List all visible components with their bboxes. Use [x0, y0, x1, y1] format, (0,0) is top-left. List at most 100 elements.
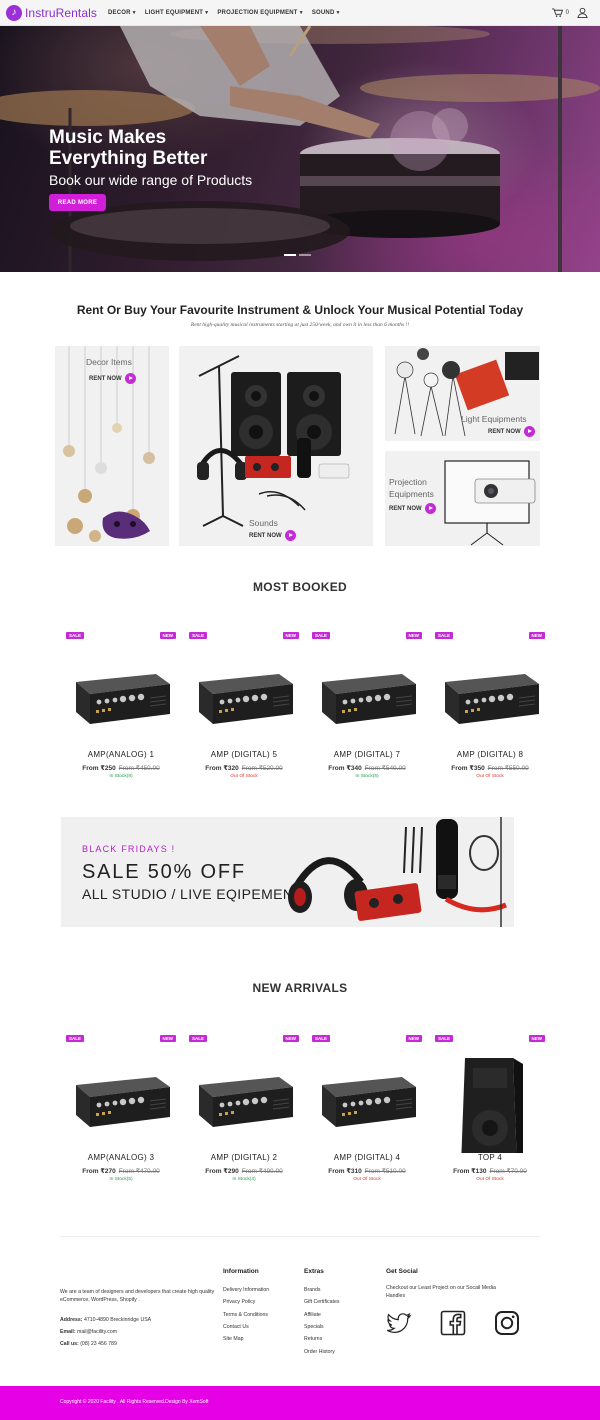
product-card[interactable]: SALE NEW AMP (DIGITAL) 4 From ₹310 From ₹510…: [312, 1035, 422, 1195]
product-price: From ₹350 From ₹550.00: [435, 764, 545, 772]
product-name[interactable]: AMP (DIGITAL) 7: [312, 750, 422, 759]
product-card[interactable]: SALE NEW TOP 4 From ₹130 From ₹70.00 Out Of S…: [435, 1035, 545, 1195]
twitter-icon[interactable]: [386, 1310, 412, 1336]
menu-item-sound[interactable]: SOUND ▼: [312, 10, 341, 16]
facebook-icon[interactable]: [440, 1310, 466, 1336]
new-badge: NEW: [159, 1035, 176, 1042]
carousel-indicators: [284, 254, 311, 256]
hero-title: Music Makes Everything Better: [49, 127, 249, 169]
menu-item-light-equipment[interactable]: LIGHT EQUIPMENT ▼: [145, 10, 210, 16]
studio-equipment-image: [288, 817, 507, 927]
instagram-icon[interactable]: [494, 1310, 520, 1336]
category-tile-light[interactable]: Light Equipments RENT NOW: [385, 346, 540, 441]
old-price: From ₹540.00: [364, 765, 406, 772]
product-name[interactable]: AMP (DIGITAL) 4: [312, 1153, 422, 1162]
phone-value[interactable]: (08) 23 456 789: [80, 1341, 117, 1347]
product-name[interactable]: AMP(ANALOG) 1: [66, 750, 176, 759]
product-price: From ₹250 From ₹450.00: [66, 764, 176, 772]
menu-label: DECOR: [108, 9, 131, 16]
stock-status: Out Of Stock: [476, 774, 504, 779]
old-price: From ₹450.00: [118, 765, 160, 772]
product-name[interactable]: TOP 4: [435, 1153, 545, 1162]
call-label: Call us:: [60, 1341, 79, 1347]
caret-down-icon: ▼: [298, 9, 304, 16]
hero-text-block: Music Makes Everything Better Book our w…: [49, 127, 252, 211]
tile-label: Decor Items: [86, 357, 132, 367]
footer-link[interactable]: Privacy Policy: [223, 1299, 255, 1305]
menu-label: SOUND: [311, 9, 335, 16]
product-price: From ₹270 From ₹470.00: [66, 1167, 176, 1175]
stock-status: In Stock(5): [109, 1177, 133, 1182]
rent-now-link[interactable]: RENT NOW: [89, 373, 136, 384]
footer-link[interactable]: Affiliate: [304, 1312, 321, 1318]
carousel-dot[interactable]: [284, 254, 296, 256]
rent-now-label: RENT NOW: [488, 428, 521, 435]
caret-down-icon: ▼: [204, 9, 210, 16]
hero-title-line: Music Makes: [49, 127, 167, 148]
new-badge: NEW: [405, 1035, 422, 1042]
product-card[interactable]: SALE NEW AMP(ANALOG) 3 From ₹270 From ₹470.0…: [66, 1035, 176, 1195]
rent-now-link[interactable]: RENT NOW: [389, 503, 436, 514]
tile-label-line: Equipments: [389, 489, 434, 499]
product-name[interactable]: AMP (DIGITAL) 8: [435, 750, 545, 759]
black-friday-banner[interactable]: BLACK FRIDAYS ! SALE 50% OFF ALL STUDIO …: [61, 817, 514, 927]
hero-subtitle: Book our wide range of Products: [49, 172, 253, 188]
category-tile-decor[interactable]: Decor Items RENT NOW: [55, 346, 169, 546]
footer-link[interactable]: Contact Us: [223, 1324, 249, 1330]
play-icon: [124, 373, 136, 384]
footer-link[interactable]: Delivery Information: [223, 1287, 269, 1293]
top-navbar: ♪ InstruRentals DECOR ▼ LIGHT EQUIPMENT ▼ …: [0, 0, 600, 26]
product-card[interactable]: SALE NEW AMP (DIGITAL) 7 From ₹340 From ₹540…: [312, 632, 422, 792]
sale-badge: SALE: [435, 1035, 454, 1042]
most-booked-title: MOST BOOKED: [253, 580, 347, 594]
sale-badge: SALE: [66, 1035, 85, 1042]
footer-email: Email: mail@facility.com: [60, 1329, 117, 1335]
product-card[interactable]: SALE NEW AMP(ANALOG) 1 From ₹250 From ₹450.0…: [66, 632, 176, 792]
new-badge: NEW: [282, 1035, 299, 1042]
footer-social-title: Get Social: [386, 1268, 418, 1275]
product-image: [322, 674, 416, 724]
stock-status: Out Of Stock: [476, 1177, 504, 1182]
footer-link[interactable]: Terms & Conditions: [223, 1312, 268, 1318]
footer-link[interactable]: Specials: [304, 1324, 324, 1330]
sale-badge: SALE: [435, 632, 454, 639]
product-name[interactable]: AMP(ANALOG) 3: [66, 1153, 176, 1162]
product-image: [461, 1058, 523, 1153]
rent-now-link[interactable]: RENT NOW: [249, 530, 296, 541]
footer-link[interactable]: Order History: [304, 1349, 335, 1355]
category-tile-sounds[interactable]: Sounds RENT NOW: [179, 346, 373, 546]
old-price: From ₹470.00: [118, 1168, 160, 1175]
product-card[interactable]: SALE NEW AMP (DIGITAL) 5 From ₹320 From ₹520…: [189, 632, 299, 792]
menu-item-decor[interactable]: DECOR ▼: [108, 10, 137, 16]
footer-link[interactable]: Gift Certificates: [304, 1299, 339, 1305]
category-tile-projection[interactable]: Projection Equipments RENT NOW: [385, 451, 540, 546]
copyright-text: Copyright © 2020 Facility . All Rights R…: [60, 1399, 209, 1405]
menu-item-projection-equipment[interactable]: PROJECTION EQUIPMENT ▼: [217, 10, 304, 16]
footer-link[interactable]: Site Map: [223, 1336, 243, 1342]
product-card[interactable]: SALE NEW AMP (DIGITAL) 8 From ₹350 From ₹550…: [435, 632, 545, 792]
new-badge: NEW: [528, 1035, 545, 1042]
cart-button[interactable]: 0: [551, 8, 569, 17]
old-price: From ₹510.00: [364, 1168, 406, 1175]
carousel-dot[interactable]: [299, 254, 311, 256]
product-name[interactable]: AMP (DIGITAL) 5: [189, 750, 299, 759]
rent-now-link[interactable]: RENT NOW: [488, 426, 535, 437]
cart-count: 0: [565, 9, 569, 16]
promo-kicker: BLACK FRIDAYS !: [82, 844, 176, 854]
new-badge: NEW: [528, 632, 545, 639]
sale-badge: SALE: [189, 632, 208, 639]
footer-link[interactable]: Returns: [304, 1336, 322, 1342]
brand-logo[interactable]: ♪ InstruRentals: [6, 4, 102, 21]
product-name[interactable]: AMP (DIGITAL) 2: [189, 1153, 299, 1162]
cart-icon: [551, 8, 563, 17]
read-more-button[interactable]: READ MORE: [49, 194, 106, 211]
user-icon[interactable]: [577, 7, 588, 18]
caret-down-icon: ▼: [335, 9, 341, 16]
email-value[interactable]: mail@facility.com: [77, 1329, 117, 1335]
footer-link[interactable]: Brands: [304, 1287, 320, 1293]
sound-equipment-image: [197, 355, 350, 527]
tile-label-line: Projection: [389, 477, 427, 487]
new-badge: NEW: [282, 632, 299, 639]
product-card[interactable]: SALE NEW AMP (DIGITAL) 2 From ₹290 From ₹490…: [189, 1035, 299, 1195]
promo-subline: ALL STUDIO / LIVE EQIPEMENT: [82, 886, 303, 902]
